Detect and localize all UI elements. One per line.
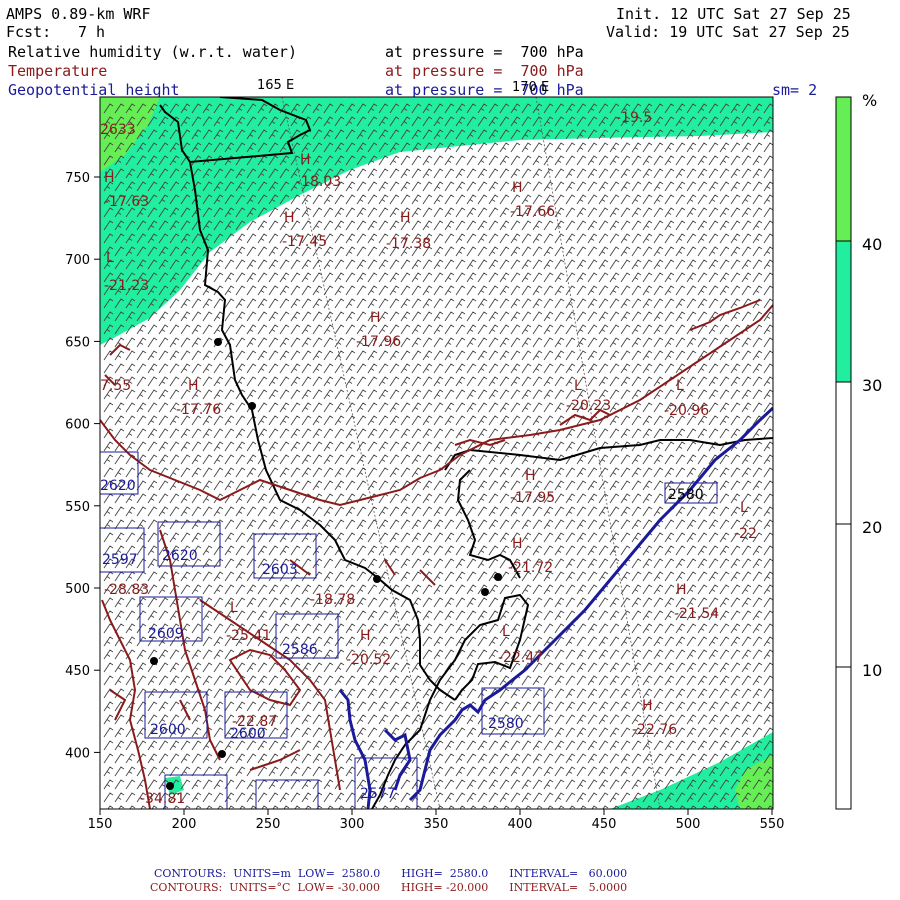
y-axis-tick-label: 600 bbox=[65, 418, 90, 433]
high-value: -20.52 bbox=[346, 652, 391, 668]
high-value: -17.76 bbox=[176, 402, 221, 418]
y-axis-tick-label: 750 bbox=[65, 171, 90, 186]
y-axis-tick-label: 400 bbox=[65, 746, 90, 761]
height-box-value: 2600 bbox=[230, 726, 266, 742]
x-axis-tick-label: 250 bbox=[256, 817, 281, 832]
height-box-value: 2603 bbox=[262, 562, 298, 578]
low-marker: L bbox=[230, 600, 238, 616]
x-axis-tick-label: 500 bbox=[676, 817, 701, 832]
low-marker: L bbox=[502, 624, 510, 640]
colorbar-tick: 20 bbox=[862, 518, 882, 537]
high-marker: H bbox=[300, 152, 311, 168]
low-value: -20.23 bbox=[566, 398, 611, 414]
x-axis: 150 200 250 300 350 400 450 500 550 bbox=[88, 809, 785, 832]
colorbar-tick: 40 bbox=[862, 235, 882, 254]
low-marker: L bbox=[106, 250, 114, 266]
height-box-labels: 2620 2597 2620 2603 2609 2586 2600 2600 … bbox=[100, 478, 704, 802]
high-marker: H bbox=[512, 536, 523, 552]
height-box-value: 2577 bbox=[360, 786, 396, 802]
y-axis-tick-label: 450 bbox=[65, 664, 90, 679]
high-value: -17.95 bbox=[510, 490, 555, 506]
height-box-value: 2580 bbox=[488, 716, 524, 732]
edge-value: -34.81 bbox=[140, 791, 185, 807]
high-value: -21.72 bbox=[508, 560, 553, 576]
high-value: -17.38 bbox=[386, 236, 431, 252]
high-marker: H bbox=[104, 170, 115, 186]
high-marker: H bbox=[676, 582, 687, 598]
high-value: -18.03 bbox=[296, 174, 341, 190]
footer-temp-contours: CONTOURS: UNITS=°C LOW= -30.000 HIGH= -2… bbox=[150, 881, 628, 894]
high-value: -17.96 bbox=[356, 334, 401, 350]
height-box-value: 2600 bbox=[150, 722, 186, 738]
high-marker: H bbox=[400, 210, 411, 226]
meridian-165e bbox=[281, 97, 441, 809]
low-value: -22 bbox=[734, 526, 757, 542]
map-panel bbox=[100, 97, 773, 809]
colorbar-unit: % bbox=[862, 91, 877, 110]
edge-value: -19.5 bbox=[616, 110, 652, 126]
high-marker: H bbox=[525, 468, 536, 484]
x-axis-tick-label: 300 bbox=[340, 817, 365, 832]
colorbar: % 40 30 20 10 bbox=[835, 91, 882, 810]
x-axis-tick-label: 200 bbox=[172, 817, 197, 832]
high-marker: H bbox=[188, 378, 199, 394]
high-value: -22.76 bbox=[632, 722, 677, 738]
high-value: -18.78 bbox=[310, 592, 355, 608]
meridian-label-165e: 165 E bbox=[257, 78, 294, 93]
colorbar-tick: 10 bbox=[862, 661, 882, 680]
low-value: -25.41 bbox=[226, 628, 271, 644]
height-box-value: 2620 bbox=[162, 548, 198, 564]
edge-value: 2633 bbox=[100, 122, 136, 138]
x-axis-tick-label: 350 bbox=[424, 817, 449, 832]
low-value: -21.23 bbox=[104, 278, 149, 294]
y-axis-tick-label: 700 bbox=[65, 253, 90, 268]
height-box-value: 2609 bbox=[148, 626, 184, 642]
height-box-value: 2597 bbox=[102, 552, 138, 568]
high-marker: H bbox=[642, 698, 653, 714]
x-axis-tick-label: 550 bbox=[760, 817, 785, 832]
high-value: -17.45 bbox=[282, 234, 327, 250]
high-marker: H bbox=[284, 210, 295, 226]
high-value: -17.66 bbox=[510, 204, 555, 220]
colorbar-tick: 30 bbox=[862, 376, 882, 395]
low-marker: L bbox=[676, 378, 684, 394]
y-axis-tick-label: 650 bbox=[65, 335, 90, 350]
rh-shade-north bbox=[100, 97, 773, 345]
height-box-value: 2620 bbox=[100, 478, 136, 494]
map-figure: H -17.63 H -18.03 H -17.45 H -17.38 H -1… bbox=[65, 78, 882, 832]
footer-height-contours: CONTOURS: UNITS=m LOW= 2580.0 HIGH= 2580… bbox=[154, 867, 628, 880]
colorbar-band-30-40 bbox=[836, 241, 851, 382]
height-box-value: 2580 bbox=[668, 487, 704, 503]
y-axis-tick-label: 500 bbox=[65, 582, 90, 597]
high-value: -17.63 bbox=[104, 194, 149, 210]
low-value: -22.47 bbox=[498, 650, 543, 666]
high-value: -21.54 bbox=[674, 606, 719, 622]
low-marker: L bbox=[740, 500, 748, 516]
edge-value: 7.55 bbox=[100, 378, 131, 394]
x-axis-tick-label: 400 bbox=[508, 817, 533, 832]
y-axis: 750 700 650 600 550 500 450 400 bbox=[65, 171, 100, 761]
edge-value: -28.83 bbox=[104, 582, 149, 598]
x-axis-tick-label: 150 bbox=[88, 817, 113, 832]
colorbar-band-40plus bbox=[836, 97, 851, 241]
high-marker: H bbox=[370, 310, 381, 326]
low-value: -20.96 bbox=[664, 403, 709, 419]
high-marker: H bbox=[360, 628, 371, 644]
low-marker: L bbox=[574, 378, 582, 394]
height-box-value: 2586 bbox=[282, 642, 318, 658]
y-axis-tick-label: 550 bbox=[65, 500, 90, 515]
colorbar-band-below-30 bbox=[836, 382, 851, 809]
meridian-label-170e: 170 E bbox=[512, 80, 549, 95]
high-marker: H bbox=[512, 180, 523, 196]
x-axis-tick-label: 450 bbox=[592, 817, 617, 832]
